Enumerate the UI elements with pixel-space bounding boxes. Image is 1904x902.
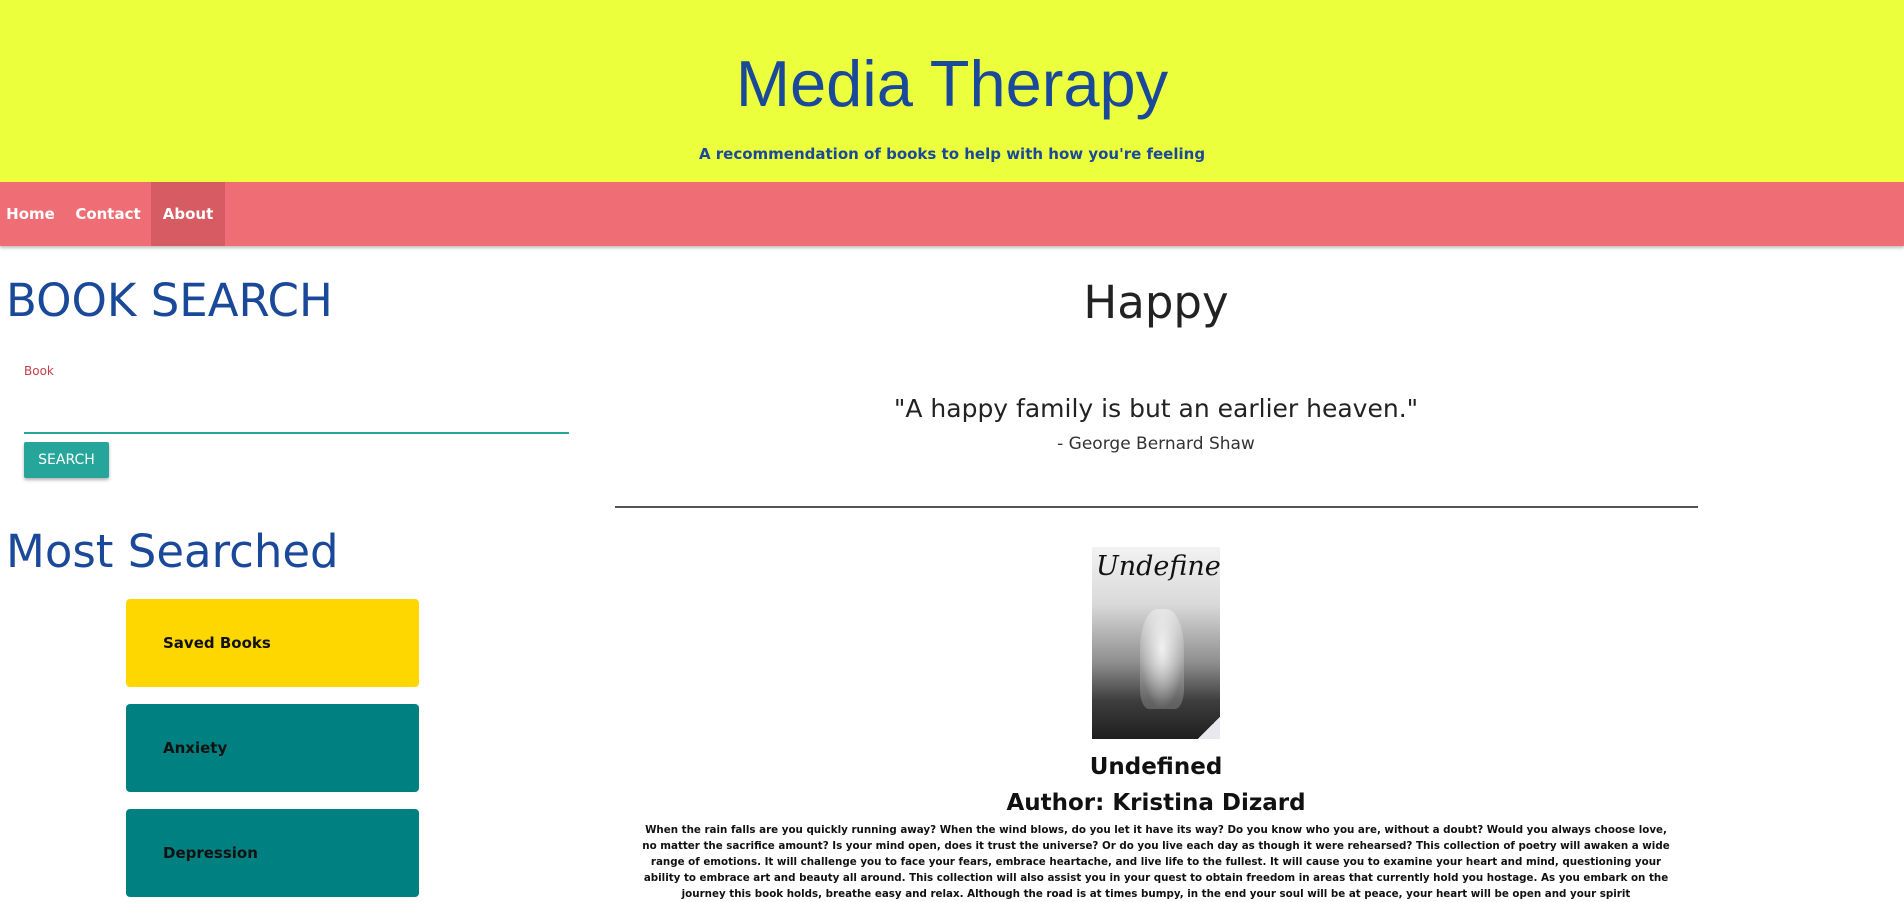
- cover-figure: [1140, 609, 1184, 709]
- anxiety-label: Anxiety: [163, 739, 228, 757]
- most-searched-heading: Most Searched: [6, 525, 339, 578]
- book-field-label: Book: [24, 364, 54, 378]
- main-nav: Home Contact About: [0, 182, 1904, 246]
- book-description: When the rain falls are you quickly runn…: [642, 824, 1670, 900]
- book-search-heading: BOOK SEARCH: [6, 274, 333, 327]
- quote-author: - George Bernard Shaw: [1057, 434, 1255, 454]
- site-title: Media Therapy: [735, 47, 1169, 120]
- nav-contact-link[interactable]: Contact: [71, 182, 145, 246]
- nav-about-link[interactable]: About: [151, 182, 225, 246]
- search-button[interactable]: SEARCH: [24, 442, 109, 478]
- anxiety-card[interactable]: Anxiety: [126, 704, 419, 792]
- mood-quote: "A happy family is but an earlier heaven…: [893, 394, 1419, 423]
- mood-title: Happy: [1083, 276, 1229, 329]
- page-curl-icon: [1198, 717, 1220, 739]
- book-title: Undefined: [1089, 754, 1223, 780]
- book-author: Author: Kristina Dizard: [1006, 790, 1306, 816]
- section-divider: [615, 506, 1698, 508]
- saved-books-label: Saved Books: [163, 634, 271, 652]
- site-subtitle: A recommendation of books to help with h…: [698, 145, 1206, 163]
- saved-books-card[interactable]: Saved Books: [126, 599, 419, 687]
- book-search-input[interactable]: [24, 396, 569, 434]
- book-cover-image[interactable]: Undefined: [1092, 547, 1220, 739]
- cover-title-text: Undefined: [1096, 551, 1220, 582]
- site-header: Media Therapy A recommendation of books …: [0, 0, 1904, 182]
- nav-home-link[interactable]: Home: [0, 182, 61, 246]
